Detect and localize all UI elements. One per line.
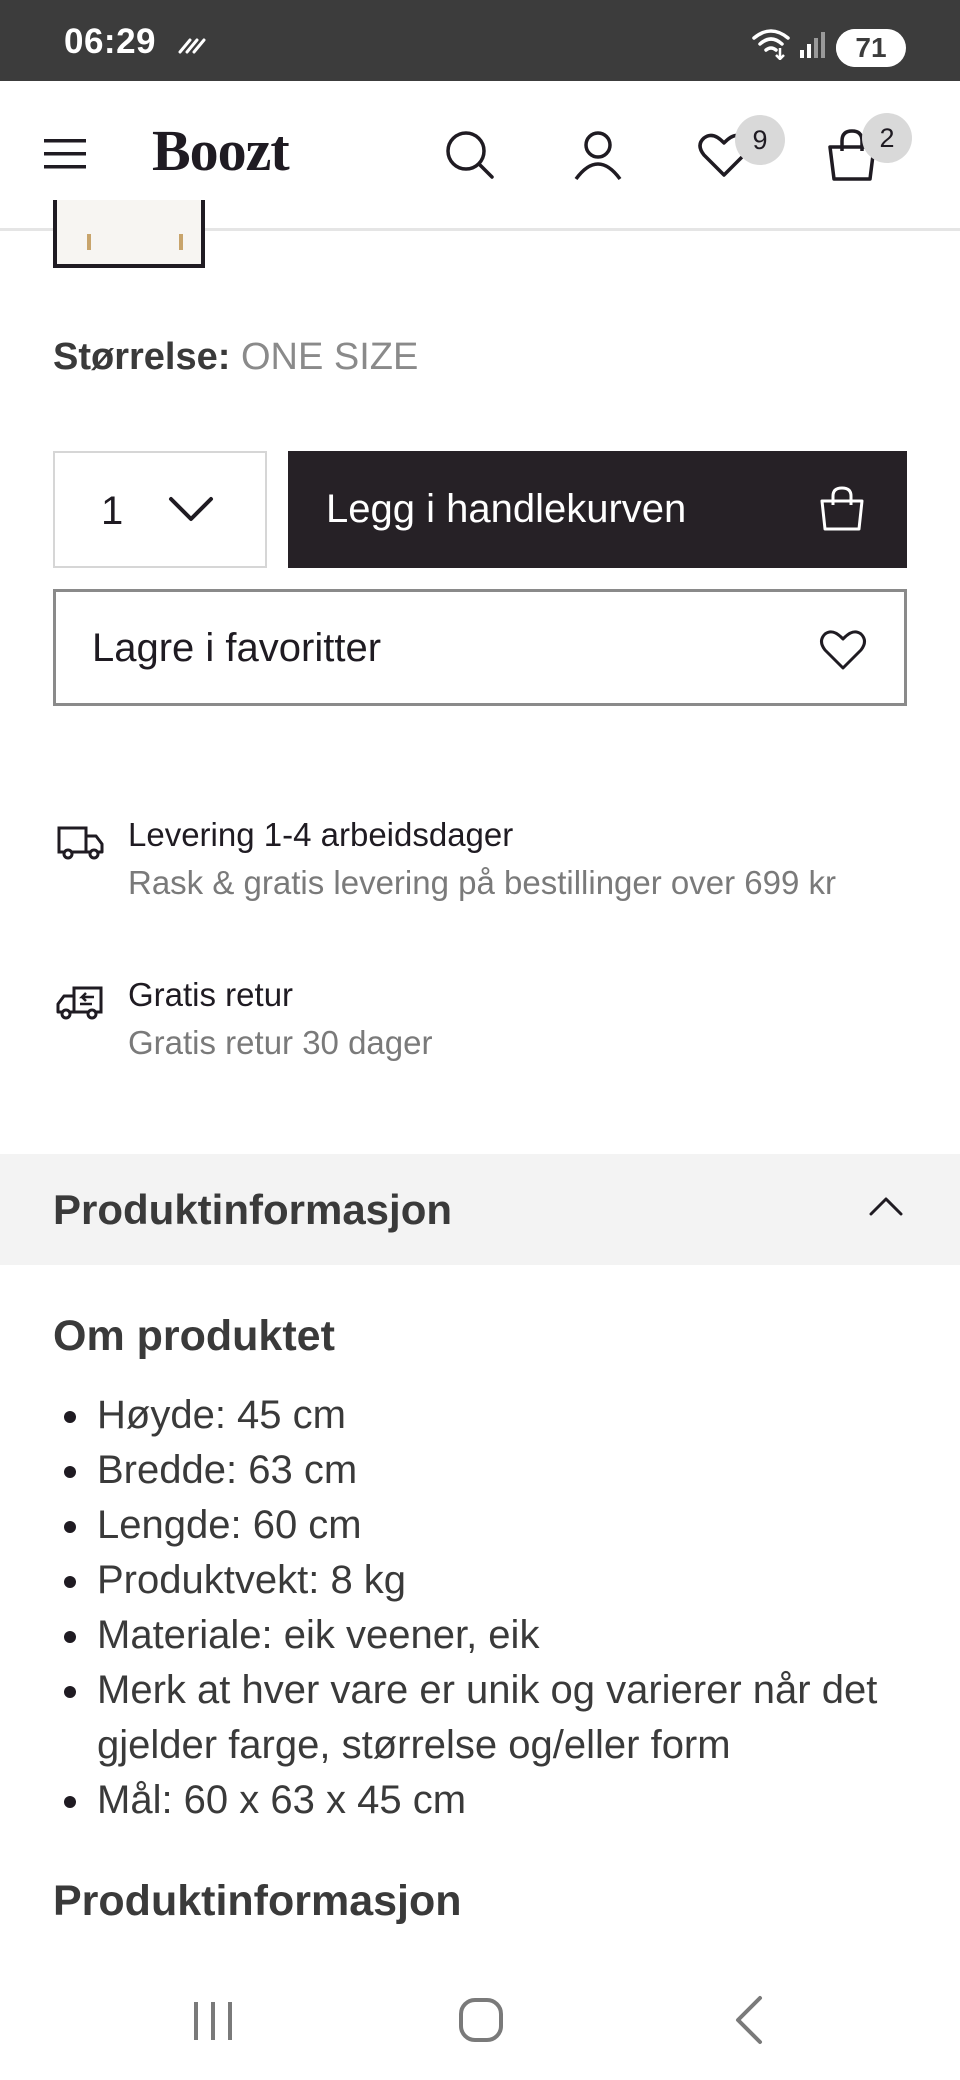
- product-info-accordion[interactable]: Produktinformasjon: [0, 1154, 960, 1265]
- spec-item-dimensions: Mål: 60 x 63 x 45 cm: [53, 1773, 913, 1828]
- cellular-signal-icon: [800, 32, 825, 58]
- spec-item-note: Merk at hver vare er unik og varierer nå…: [53, 1663, 913, 1773]
- spec-item-width: Bredde: 63 cm: [53, 1443, 913, 1498]
- return-subtitle: Gratis retur 30 dager: [128, 1024, 433, 1061]
- menu-icon[interactable]: [44, 137, 86, 171]
- system-nav-bar: [0, 1960, 960, 2080]
- spec-item-material: Materiale: eik veener, eik: [53, 1608, 913, 1663]
- size-label: Størrelse:: [53, 336, 231, 378]
- back-icon[interactable]: [718, 1988, 782, 2052]
- delivery-subtitle: Rask & gratis levering på bestillinger o…: [128, 864, 837, 901]
- battery-icon: 71: [836, 29, 906, 67]
- home-icon[interactable]: [449, 1988, 513, 2052]
- return-truck-icon: [56, 986, 103, 1020]
- brand-logo[interactable]: Boozt: [152, 117, 290, 184]
- status-bar: 06:29 71: [0, 0, 960, 81]
- heart-icon: [820, 630, 866, 670]
- account-icon[interactable]: [570, 127, 626, 183]
- quantity-select[interactable]: 1: [53, 451, 267, 568]
- wishlist-count-badge: 9: [735, 115, 785, 165]
- shopping-bag-icon: [820, 486, 864, 531]
- accordion-title: Produktinformasjon: [53, 1186, 453, 1233]
- spec-list: Høyde: 45 cm Bredde: 63 cm Lengde: 60 cm…: [53, 1388, 913, 1828]
- size-row: Størrelse: ONE SIZE: [53, 336, 418, 379]
- data-activity-icon: [178, 38, 206, 54]
- about-product-title: Om produktet: [53, 1312, 335, 1360]
- thumbnail-leg: [87, 234, 91, 250]
- search-icon[interactable]: [442, 127, 498, 183]
- delivery-title: Levering 1-4 arbeidsdager: [128, 816, 514, 853]
- add-to-cart-label: Legg i handlekurven: [326, 487, 687, 531]
- save-favorites-label: Lagre i favoritter: [92, 626, 382, 670]
- return-title: Gratis retur: [128, 976, 294, 1013]
- spec-item-weight: Produktvekt: 8 kg: [53, 1553, 913, 1608]
- wifi-icon: [752, 29, 790, 60]
- spec-item-length: Lengde: 60 cm: [53, 1498, 913, 1553]
- battery-text: 71: [855, 32, 887, 63]
- chevron-down-icon: [169, 497, 213, 521]
- product-info-section-title: Produktinformasjon: [53, 1877, 462, 1925]
- thumbnail-leg: [179, 234, 183, 250]
- cart-count-badge: 2: [862, 113, 912, 163]
- chevron-up-icon: [869, 1197, 903, 1216]
- recent-apps-icon[interactable]: [181, 1988, 245, 2052]
- delivery-truck-icon: [57, 826, 104, 860]
- status-time: 06:29: [64, 22, 157, 61]
- product-thumbnail[interactable]: [53, 200, 205, 268]
- size-value: ONE SIZE: [240, 336, 419, 378]
- spec-item-height: Høyde: 45 cm: [53, 1388, 913, 1443]
- quantity-value: 1: [101, 489, 124, 533]
- save-favorites-button[interactable]: Lagre i favoritter: [53, 589, 907, 706]
- add-to-cart-button[interactable]: Legg i handlekurven: [288, 451, 907, 568]
